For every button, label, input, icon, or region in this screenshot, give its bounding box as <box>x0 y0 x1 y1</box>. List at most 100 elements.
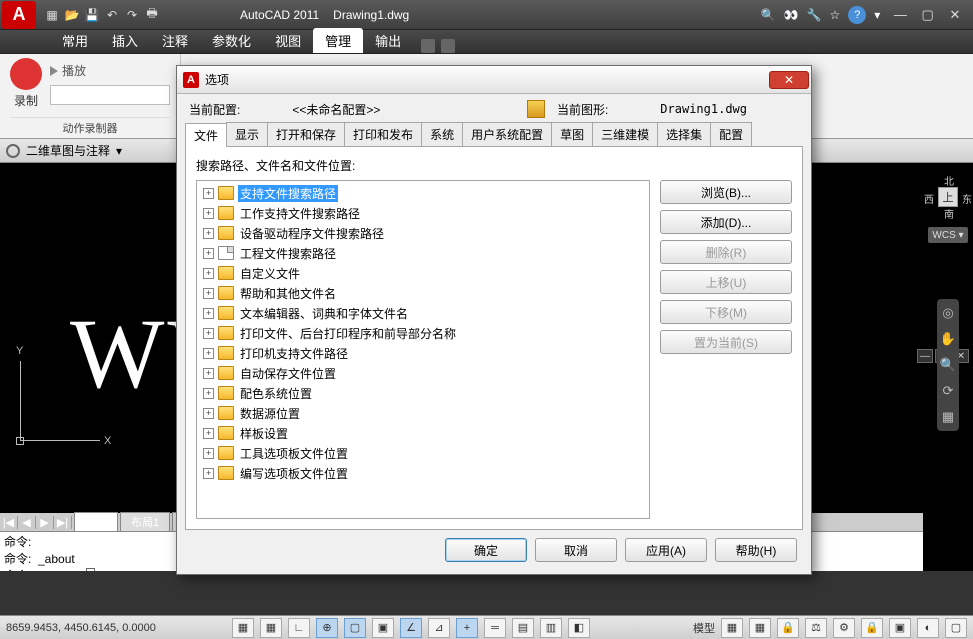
status-otrack-button[interactable]: ∠ <box>400 618 422 638</box>
nav-wheel-icon[interactable]: ◎ <box>940 305 956 321</box>
setcurrent-button[interactable]: 置为当前(S) <box>660 330 792 354</box>
action-select[interactable] <box>50 85 170 105</box>
tree-node[interactable]: +编写选项板文件位置 <box>199 463 647 483</box>
tree-node[interactable]: +文本编辑器、词典和字体文件名 <box>199 303 647 323</box>
expand-icon[interactable]: + <box>203 428 214 439</box>
ribbon-tab[interactable]: 输出 <box>363 28 413 53</box>
apply-button[interactable]: 应用(A) <box>625 538 707 562</box>
dialog-tab-display[interactable]: 显示 <box>226 122 268 146</box>
tree-node[interactable]: +自定义文件 <box>199 263 647 283</box>
dialog-tab-selection[interactable]: 选择集 <box>657 122 711 146</box>
status-isolate-button[interactable]: ◐ <box>917 618 939 638</box>
ribbon-minimize-icon[interactable] <box>441 39 455 53</box>
expand-icon[interactable]: + <box>203 368 214 379</box>
dialog-close-button[interactable]: ✕ <box>769 71 809 89</box>
infocenter-star-icon[interactable]: ☆ <box>830 8 841 22</box>
expand-icon[interactable]: + <box>203 248 214 259</box>
status-annoscale-button[interactable]: 🔒 <box>777 618 799 638</box>
status-lwt-button[interactable]: ═ <box>484 618 506 638</box>
expand-icon[interactable]: + <box>203 308 214 319</box>
status-ortho-button[interactable]: ∟ <box>288 618 310 638</box>
ribbon-tab[interactable]: 参数化 <box>200 28 263 53</box>
ribbon-tab[interactable]: 视图 <box>263 28 313 53</box>
status-sc-button[interactable]: ◧ <box>568 618 590 638</box>
tree-node[interactable]: +打印机支持文件路径 <box>199 343 647 363</box>
status-toolbar-button[interactable]: 🔒 <box>861 618 883 638</box>
tree-node[interactable]: +设备驱动程序文件搜索路径 <box>199 223 647 243</box>
remove-button[interactable]: 删除(R) <box>660 240 792 264</box>
qat-save-icon[interactable]: 💾 <box>84 7 100 23</box>
nav-zoom-icon[interactable]: 🔍 <box>940 357 956 373</box>
expand-icon[interactable]: + <box>203 328 214 339</box>
tree-node[interactable]: +工作支持文件搜索路径 <box>199 203 647 223</box>
tree-node[interactable]: +支持文件搜索路径 <box>199 183 647 203</box>
record-button[interactable]: 录制 <box>10 58 42 109</box>
maximize-button[interactable]: ▢ <box>916 7 940 23</box>
expand-icon[interactable]: + <box>203 208 214 219</box>
tab-nav-next[interactable]: ▶ <box>36 516 54 529</box>
dialog-tab-plot[interactable]: 打印和发布 <box>344 122 422 146</box>
ribbon-extra-icon[interactable] <box>421 39 435 53</box>
status-dyn-button[interactable]: + <box>456 618 478 638</box>
chevron-down-icon[interactable]: ▾ <box>116 144 122 158</box>
tree-node[interactable]: +帮助和其他文件名 <box>199 283 647 303</box>
nav-pan-icon[interactable]: ✋ <box>940 331 956 347</box>
expand-icon[interactable]: + <box>203 388 214 399</box>
tab-layout1[interactable]: 布局1 <box>120 512 170 532</box>
tree-node[interactable]: +样板设置 <box>199 423 647 443</box>
tab-nav-last[interactable]: ▶| <box>54 516 72 529</box>
expand-icon[interactable]: + <box>203 448 214 459</box>
ribbon-tab[interactable]: 注释 <box>150 28 200 53</box>
close-button[interactable]: ✕ <box>943 7 967 23</box>
workspace-label[interactable]: 二维草图与注释 <box>26 142 110 159</box>
add-button[interactable]: 添加(D)... <box>660 210 792 234</box>
tree-node[interactable]: +工程文件搜索路径 <box>199 243 647 263</box>
tree-node[interactable]: +数据源位置 <box>199 403 647 423</box>
tree-node[interactable]: +自动保存文件位置 <box>199 363 647 383</box>
expand-icon[interactable]: + <box>203 348 214 359</box>
qat-open-icon[interactable]: 📂 <box>64 7 80 23</box>
qat-new-icon[interactable]: ▦ <box>44 7 60 23</box>
status-3dosnap-button[interactable]: ▣ <box>372 618 394 638</box>
play-button[interactable]: 播放 <box>50 62 170 79</box>
nav-showmotion-icon[interactable]: ▦ <box>940 409 956 425</box>
expand-icon[interactable]: + <box>203 188 214 199</box>
expand-icon[interactable]: + <box>203 268 214 279</box>
minimize-button[interactable]: ― <box>888 7 912 22</box>
expand-icon[interactable]: + <box>203 288 214 299</box>
status-annovis-button[interactable]: ⚖ <box>805 618 827 638</box>
dialog-tab-userpref[interactable]: 用户系统配置 <box>462 122 552 146</box>
browse-button[interactable]: 浏览(B)... <box>660 180 792 204</box>
tree-node[interactable]: +打印文件、后台打印程序和前导部分名称 <box>199 323 647 343</box>
qat-redo-icon[interactable]: ↷ <box>124 7 140 23</box>
status-grid-button[interactable]: ▦ <box>260 618 282 638</box>
status-osnap-button[interactable]: ▢ <box>344 618 366 638</box>
status-ws-button[interactable]: ⚙ <box>833 618 855 638</box>
infocenter-binoculars-icon[interactable]: 👀 <box>784 8 799 22</box>
ribbon-tab[interactable]: 插入 <box>100 28 150 53</box>
ribbon-tab-active[interactable]: 管理 <box>313 28 363 53</box>
dialog-tab-profiles[interactable]: 配置 <box>710 122 752 146</box>
tree-node[interactable]: +工具选项板文件位置 <box>199 443 647 463</box>
status-hardware-button[interactable]: ▣ <box>889 618 911 638</box>
status-snap-button[interactable]: ▦ <box>232 618 254 638</box>
cancel-button[interactable]: 取消 <box>535 538 617 562</box>
viewcube[interactable]: 北 南 东 西 上 <box>924 173 972 221</box>
tab-model[interactable]: 模型 <box>74 512 118 532</box>
dialog-tab-opensave[interactable]: 打开和保存 <box>267 122 345 146</box>
infocenter-search-icon[interactable]: 🔍 <box>761 8 776 22</box>
ok-button[interactable]: 确定 <box>445 538 527 562</box>
status-layout-button[interactable]: ▦ <box>721 618 743 638</box>
help-icon[interactable]: ? <box>848 6 866 24</box>
status-tpy-button[interactable]: ▤ <box>512 618 534 638</box>
expand-icon[interactable]: + <box>203 228 214 239</box>
tree-node[interactable]: +配色系统位置 <box>199 383 647 403</box>
tab-nav-prev[interactable]: ◀ <box>18 516 36 529</box>
status-polar-button[interactable]: ⊕ <box>316 618 338 638</box>
dialog-tab-3dmodel[interactable]: 三维建模 <box>592 122 658 146</box>
status-qp-button[interactable]: ▥ <box>540 618 562 638</box>
wcs-dropdown[interactable]: WCS ▾ <box>928 227 968 243</box>
status-model-label[interactable]: 模型 <box>693 620 715 636</box>
tab-nav-first[interactable]: |◀ <box>0 516 18 529</box>
qat-print-icon[interactable]: 🖶 <box>144 7 160 23</box>
